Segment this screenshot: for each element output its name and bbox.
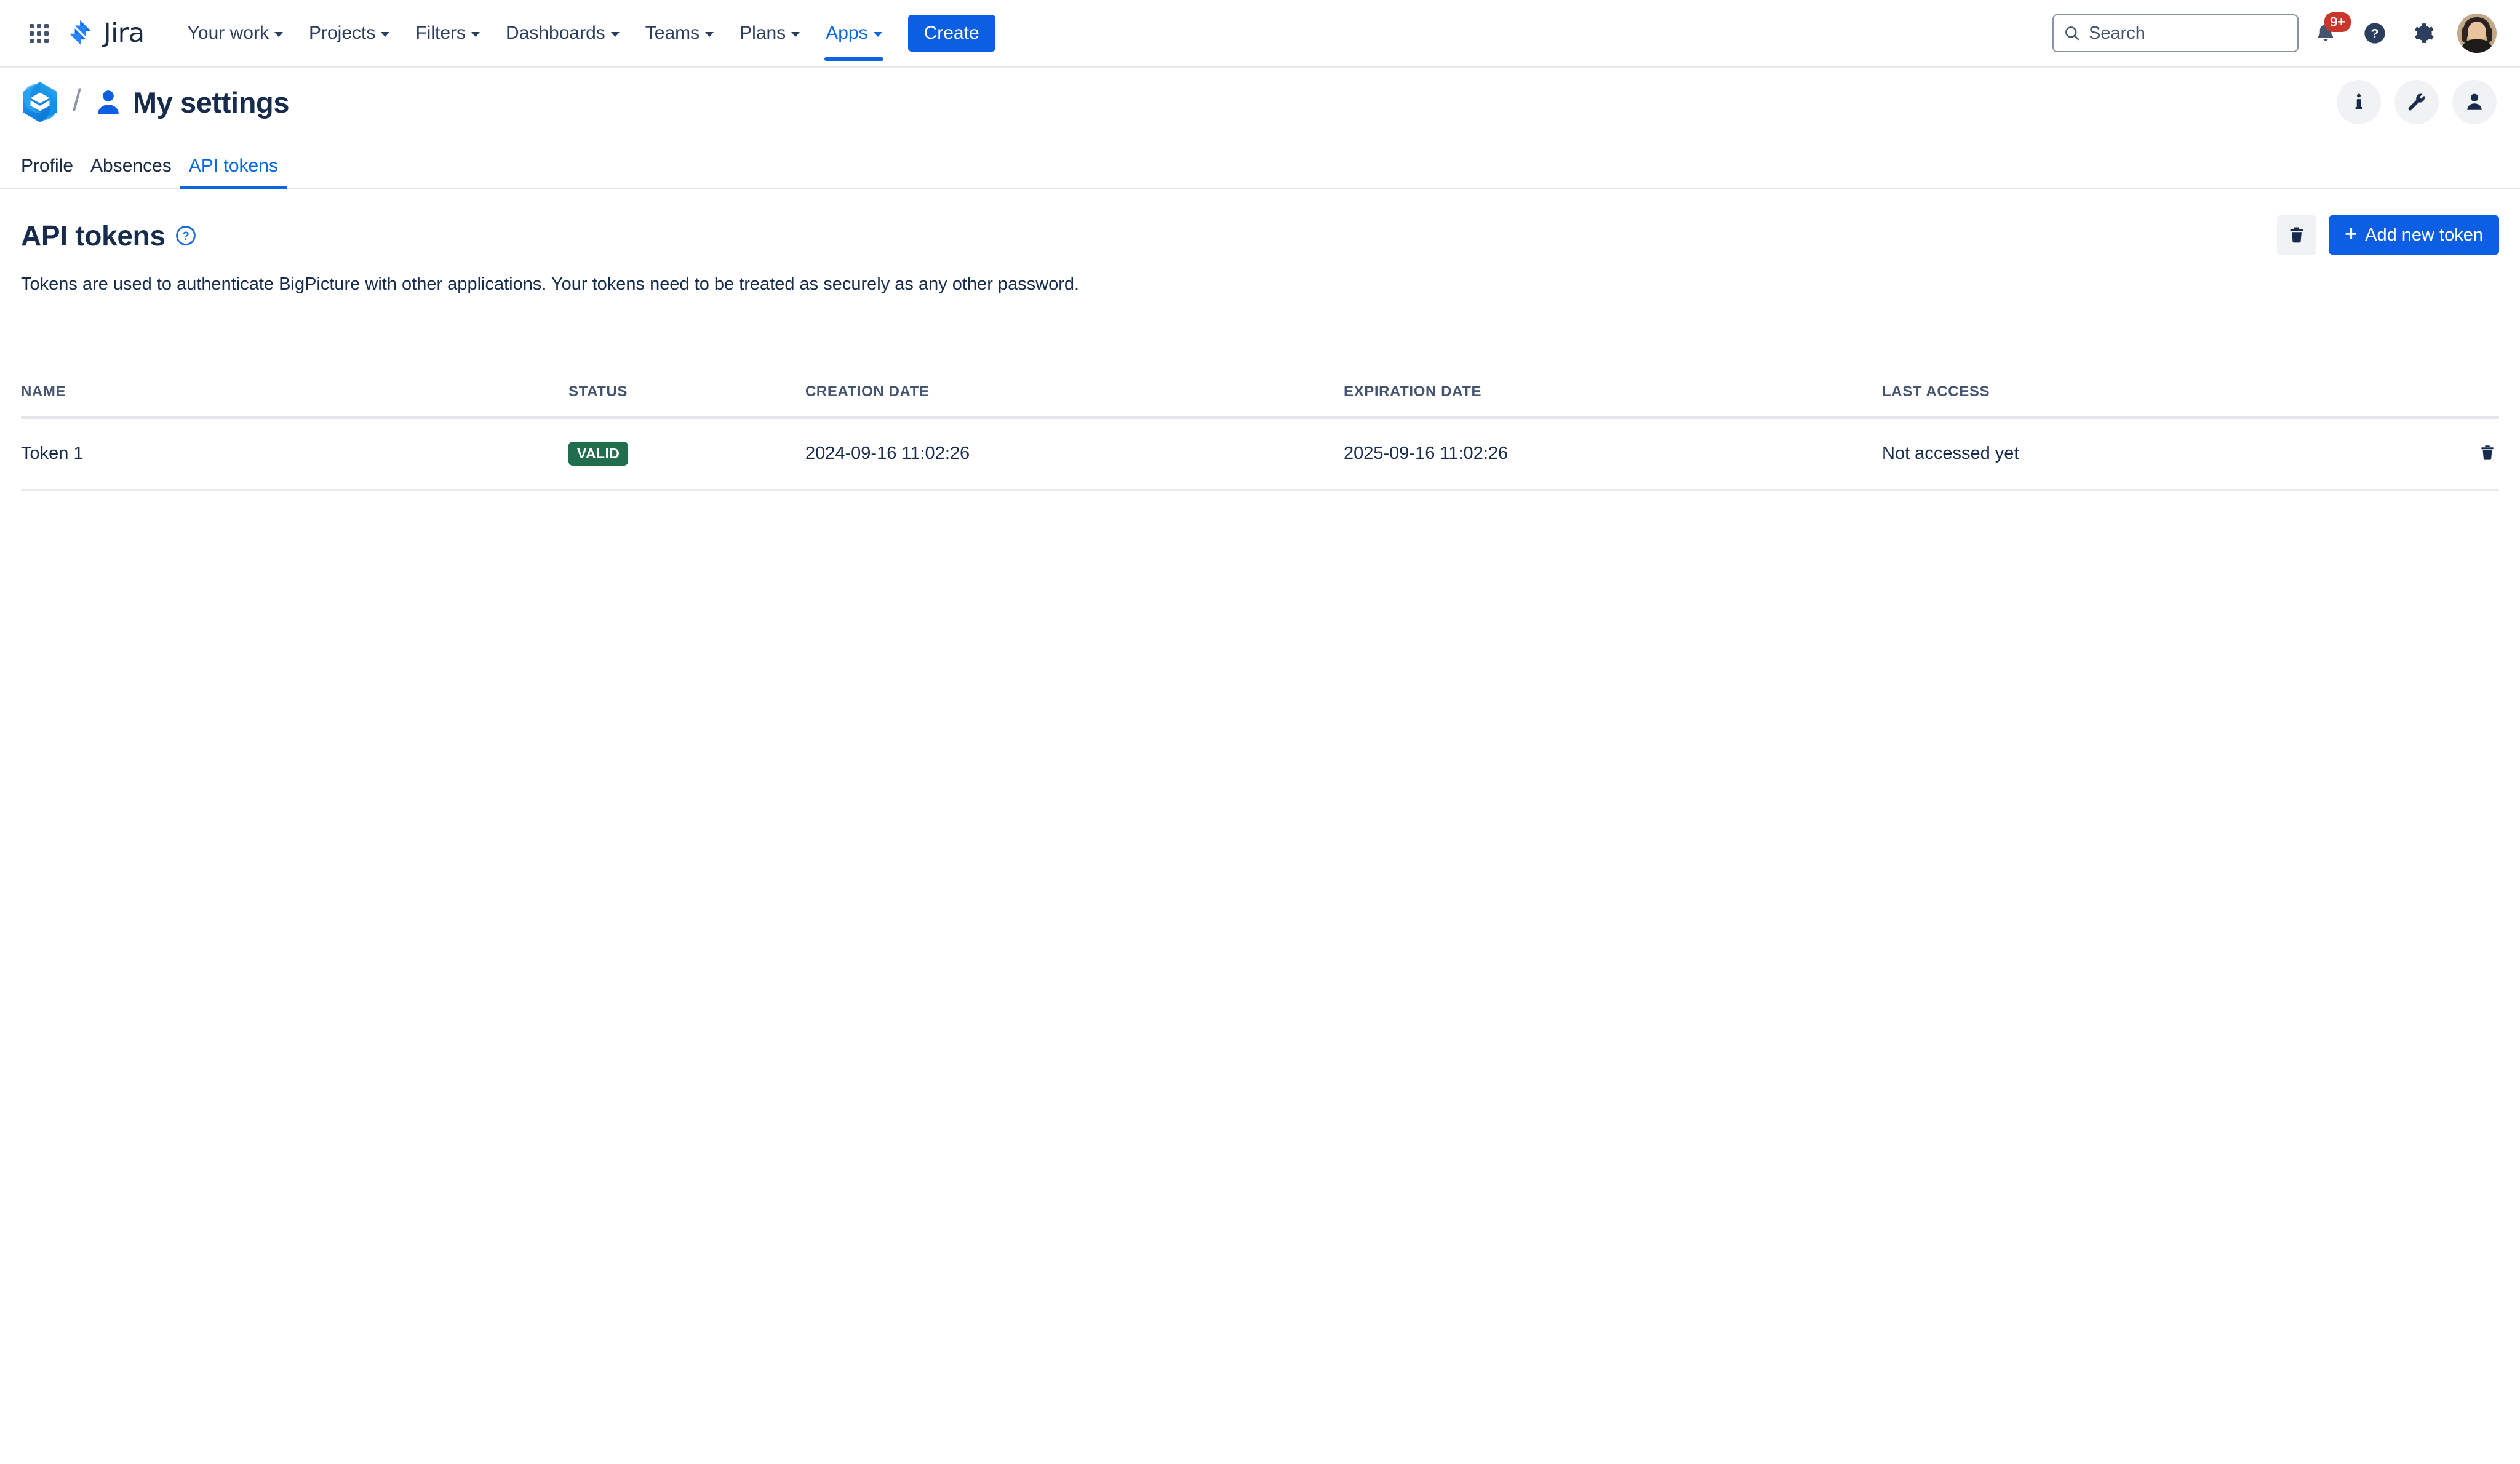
add-new-token-label: Add new token (2365, 225, 2483, 245)
help-circle-icon[interactable]: ? (175, 225, 196, 246)
delete-tokens-button[interactable] (2277, 215, 2317, 255)
page-person-icon (94, 87, 123, 117)
jira-logo-text: Jira (103, 18, 145, 49)
cell-last-access: Not accessed yet (1882, 417, 2425, 491)
nav-item-projects[interactable]: Projects (297, 15, 402, 51)
nav-item-label: Dashboards (506, 23, 605, 43)
nav-item-label: Apps (826, 23, 868, 43)
trash-icon (2481, 445, 2494, 460)
table-header: NAME STATUS CREATION DATE EXPIRATION DAT… (21, 383, 2499, 419)
column-header-name: NAME (21, 383, 568, 419)
user-avatar[interactable] (2457, 14, 2497, 53)
column-header-status: STATUS (568, 383, 805, 419)
question-circle-icon: ? (2364, 23, 2385, 44)
page-header-actions (2337, 80, 2497, 124)
plus-icon: + (2345, 222, 2358, 245)
search-input[interactable]: Search (2052, 14, 2299, 52)
nav-item-label: Teams (645, 23, 700, 43)
nav-items: Your work Projects Filters Dashboards Te… (175, 15, 895, 61)
column-header-creation-date: CREATION DATE (805, 383, 1344, 419)
chevron-down-icon (873, 31, 882, 37)
nav-item-label: Plans (740, 23, 786, 43)
nav-item-label: Filters (415, 23, 466, 43)
jira-logo-icon (70, 20, 92, 45)
chevron-down-icon (381, 31, 390, 37)
info-icon (2355, 93, 2362, 109)
nav-item-label: Your work (187, 23, 269, 43)
cell-creation-date: 2024-09-16 11:02:26 (805, 417, 1344, 491)
nav-item-dashboards[interactable]: Dashboards (493, 15, 632, 51)
delete-token-row-button[interactable] (2476, 441, 2499, 464)
page-header: / My settings (0, 68, 2520, 137)
nav-item-label: Projects (308, 23, 376, 43)
info-button[interactable] (2337, 80, 2381, 124)
section-header: API tokens ? + Add new token (21, 215, 2499, 255)
wrench-icon (2408, 93, 2425, 111)
chevron-down-icon (791, 31, 800, 37)
chevron-down-icon (705, 31, 714, 37)
help-circle-icon-glyph: ? (175, 226, 196, 245)
cell-expiration-date: 2025-09-16 11:02:26 (1344, 417, 1882, 491)
tab-api-tokens[interactable]: API tokens (180, 156, 287, 189)
person-icon (98, 90, 119, 114)
person-icon (2467, 93, 2482, 110)
add-new-token-button[interactable]: + Add new token (2329, 215, 2499, 255)
status-badge: VALID (568, 441, 629, 466)
tab-profile[interactable]: Profile (21, 156, 82, 188)
cell-token-name: Token 1 (21, 417, 568, 491)
breadcrumb-separator: / (73, 83, 81, 117)
settings-tabs: Profile Absences API tokens (0, 137, 2520, 189)
svg-text:?: ? (2370, 26, 2378, 41)
bigpicture-logo-icon (23, 82, 57, 122)
main-content: API tokens ? + Add new token Tokens are … (0, 215, 2520, 491)
cell-token-status: VALID (568, 417, 805, 491)
svg-text:?: ? (182, 230, 189, 243)
gear-icon (2414, 23, 2434, 43)
nav-item-your-work[interactable]: Your work (175, 15, 295, 51)
trash-icon (2290, 227, 2303, 243)
chevron-down-icon (610, 31, 620, 37)
tools-button[interactable] (2394, 80, 2439, 124)
tab-absences[interactable]: Absences (82, 156, 180, 188)
jira-top-navigation: Jira Your work Projects Filters Dashboar… (0, 0, 2520, 68)
jira-home-link[interactable]: Jira (65, 17, 151, 49)
cell-row-actions (2425, 417, 2499, 491)
nav-item-filters[interactable]: Filters (403, 15, 492, 51)
notifications-button[interactable]: 9+ (2303, 11, 2351, 55)
search-placeholder: Search (2089, 23, 2145, 43)
table-row[interactable]: Token 1 VALID 2024-09-16 11:02:26 2025-0… (21, 417, 2499, 491)
nav-item-plans[interactable]: Plans (727, 15, 812, 51)
nav-left-group: Jira Your work Projects Filters Dashboar… (21, 15, 995, 61)
account-button[interactable] (2452, 80, 2497, 124)
column-header-expiration-date: EXPIRATION DATE (1344, 383, 1882, 419)
column-header-last-access: LAST ACCESS (1882, 383, 2425, 419)
notification-count-badge: 9+ (2324, 12, 2351, 32)
help-button[interactable]: ? (2353, 11, 2397, 55)
table-header-row: NAME STATUS CREATION DATE EXPIRATION DAT… (21, 383, 2499, 419)
settings-button[interactable] (2402, 11, 2446, 55)
section-actions: + Add new token (2277, 215, 2499, 255)
nav-item-teams[interactable]: Teams (633, 15, 726, 51)
chevron-down-icon (274, 31, 283, 37)
chevron-down-icon (471, 31, 480, 37)
create-button[interactable]: Create (907, 15, 995, 52)
section-description: Tokens are used to authenticate BigPictu… (21, 274, 1080, 294)
column-header-actions (2425, 383, 2499, 419)
api-tokens-table: NAME STATUS CREATION DATE EXPIRATION DAT… (21, 383, 2499, 491)
nav-right-group: Search 9+ ? (2052, 11, 2497, 55)
nav-item-apps[interactable]: Apps (813, 15, 894, 61)
section-title: API tokens (21, 220, 165, 252)
app-switcher-icon (29, 23, 49, 43)
table-body: Token 1 VALID 2024-09-16 11:02:26 2025-0… (21, 417, 2499, 491)
app-switcher-button[interactable] (21, 15, 57, 51)
search-icon (2065, 26, 2079, 41)
page-title: My settings (132, 86, 290, 119)
